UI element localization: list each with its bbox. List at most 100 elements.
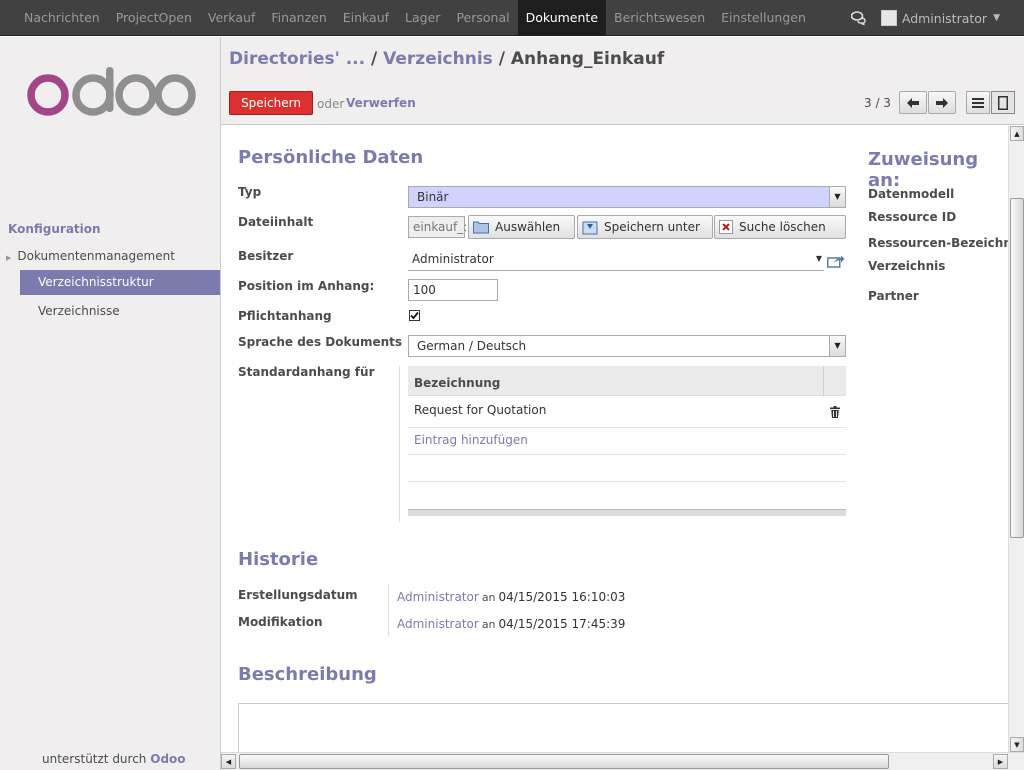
breadcrumb-separator: / <box>371 49 384 69</box>
dropdown-arrow-icon[interactable]: ▼ <box>829 187 845 207</box>
clear-icon <box>719 220 733 234</box>
file-name-field[interactable]: einkauf_: <box>408 216 467 238</box>
column-header-bezeichnung[interactable]: Bezeichnung <box>414 376 500 390</box>
powered-by-brand[interactable]: Odoo <box>150 752 185 766</box>
main-menu: Nachrichten ProjectOpen Verkauf Finanzen… <box>16 0 814 36</box>
menu-projectopen[interactable]: ProjectOpen <box>108 0 200 36</box>
save-as-button[interactable]: Speichern unter <box>577 215 713 239</box>
user-avatar[interactable] <box>880 10 897 26</box>
breadcrumb-item-verzeichnis[interactable]: Verzeichnis <box>383 49 493 69</box>
save-button[interactable]: Speichern <box>229 91 313 115</box>
dropdown-arrow-icon[interactable]: ▼ <box>829 336 845 356</box>
modified-value: Administrator an 04/15/2015 17:45:39 <box>397 617 625 631</box>
discard-link[interactable]: Verwerfen <box>346 96 416 110</box>
column-divider <box>823 366 824 396</box>
sidebar: Konfiguration ▶ Dokumentenmanagement Verz… <box>0 37 221 770</box>
table-row[interactable]: Request for Quotation <box>408 396 846 428</box>
chat-bubbles-icon[interactable] <box>850 11 867 25</box>
typ-label: Typ <box>238 185 262 199</box>
odoo-logo[interactable] <box>26 67 196 119</box>
vertical-scroll-thumb[interactable] <box>1010 198 1024 538</box>
save-download-icon <box>582 221 598 235</box>
list-view-button[interactable] <box>966 91 990 114</box>
menu-einstellungen[interactable]: Einstellungen <box>713 0 814 36</box>
trash-icon[interactable] <box>830 406 840 418</box>
save-as-button-label: Speichern unter <box>604 220 700 234</box>
section-title-description: Beschreibung <box>238 664 377 685</box>
form-view: Persönliche Daten Typ Binär ▼ Dateiinhal… <box>221 126 1008 752</box>
owner-field[interactable]: Administrator ▼ <box>408 249 824 271</box>
menu-lager[interactable]: Lager <box>397 0 448 36</box>
clear-button[interactable]: Suche löschen <box>714 215 846 239</box>
external-link-icon[interactable] <box>827 254 845 268</box>
sidebar-item-dokumentenmanagement[interactable]: ▶ Dokumentenmanagement <box>6 249 175 263</box>
table-footer <box>408 509 846 516</box>
assign-label-directory: Verzeichnis <box>868 259 946 273</box>
vertical-scrollbar[interactable]: ▲ ▼ <box>1008 126 1024 752</box>
scroll-right-icon[interactable]: ▶ <box>993 754 1008 769</box>
menu-einkauf[interactable]: Einkauf <box>335 0 397 36</box>
position-input[interactable]: 100 <box>408 279 498 301</box>
pager-previous-button[interactable] <box>899 91 927 114</box>
scroll-left-icon[interactable]: ◀ <box>221 754 236 769</box>
assign-label-partner: Partner <box>868 289 919 303</box>
or-text: oder <box>317 97 345 111</box>
folder-icon <box>473 221 489 234</box>
description-textarea[interactable] <box>238 703 1008 752</box>
list-icon <box>972 97 984 108</box>
powered-by: unterstützt durch Odoo <box>42 752 186 766</box>
sidebar-item-label: Dokumentenmanagement <box>17 249 175 263</box>
field-divider <box>388 584 389 636</box>
menu-dokumente[interactable]: Dokumente <box>517 0 607 36</box>
control-panel: Directories' ... / Verzeichnis / Anhang_… <box>221 37 1024 125</box>
menu-verkauf[interactable]: Verkauf <box>200 0 263 36</box>
breadcrumb-current: Anhang_Einkauf <box>510 49 665 69</box>
user-menu-name[interactable]: Administrator <box>902 11 987 26</box>
scroll-up-icon[interactable]: ▲ <box>1010 126 1024 141</box>
user-area: Administrator ▼ <box>850 0 1000 36</box>
scroll-down-icon[interactable]: ▼ <box>1010 737 1024 752</box>
menu-nachrichten[interactable]: Nachrichten <box>16 0 108 36</box>
sidebar-item-verzeichnisstruktur[interactable]: Verzeichnisstruktur <box>20 270 220 295</box>
horizontal-scrollbar[interactable]: ◀ ▶ <box>221 752 1024 770</box>
select-file-button[interactable]: Auswählen <box>468 215 575 239</box>
position-label: Position im Anhang: <box>238 279 375 293</box>
created-an: an <box>481 591 496 604</box>
owner-value: Administrator <box>412 252 494 266</box>
top-navbar: Nachrichten ProjectOpen Verkauf Finanzen… <box>0 0 1024 36</box>
default-for-table: Bezeichnung Request for Quotation Eintra… <box>408 366 846 518</box>
add-line-link[interactable]: Eintrag hinzufügen <box>408 428 846 455</box>
dropdown-arrow-icon[interactable]: ▼ <box>816 249 822 269</box>
powered-by-text: unterstützt durch <box>42 752 147 766</box>
pager-next-button[interactable] <box>928 91 956 114</box>
required-label: Pflichtanhang <box>238 309 332 323</box>
clear-button-label: Suche löschen <box>739 220 826 234</box>
created-by-link[interactable]: Administrator <box>397 590 479 604</box>
breadcrumb-item-directories[interactable]: Directories' ... <box>229 49 365 69</box>
modified-by-link[interactable]: Administrator <box>397 617 479 631</box>
triangle-right-icon: ▶ <box>6 254 12 262</box>
select-file-button-label: Auswählen <box>495 220 561 234</box>
sidebar-item-verzeichnisse[interactable]: Verzeichnisse <box>20 299 220 324</box>
default-for-label: Standardanhang für <box>238 365 375 379</box>
form-view-button[interactable] <box>991 91 1015 114</box>
language-select[interactable]: German / Deutsch ▼ <box>408 335 846 357</box>
menu-berichtswesen[interactable]: Berichtswesen <box>606 0 713 36</box>
assign-label-model: Datenmodell <box>868 187 955 201</box>
pager-value: 3 / 3 <box>864 96 891 110</box>
language-value: German / Deutsch <box>417 339 527 353</box>
modified-at: 04/15/2015 17:45:39 <box>498 617 626 631</box>
table-header: Bezeichnung <box>408 366 846 396</box>
menu-finanzen[interactable]: Finanzen <box>263 0 334 36</box>
modified-label: Modifikation <box>238 615 323 629</box>
required-checkbox[interactable] <box>409 310 420 321</box>
horizontal-scroll-thumb[interactable] <box>239 754 889 769</box>
breadcrumb-separator: / <box>498 49 511 69</box>
created-label: Erstellungsdatum <box>238 588 358 602</box>
typ-select[interactable]: Binär ▼ <box>408 186 846 208</box>
typ-value: Binär <box>417 190 449 204</box>
arrow-left-icon <box>907 97 919 108</box>
section-title-assign: Zuweisung an: <box>868 149 979 191</box>
chevron-down-icon[interactable]: ▼ <box>993 13 1000 23</box>
menu-personal[interactable]: Personal <box>448 0 517 36</box>
